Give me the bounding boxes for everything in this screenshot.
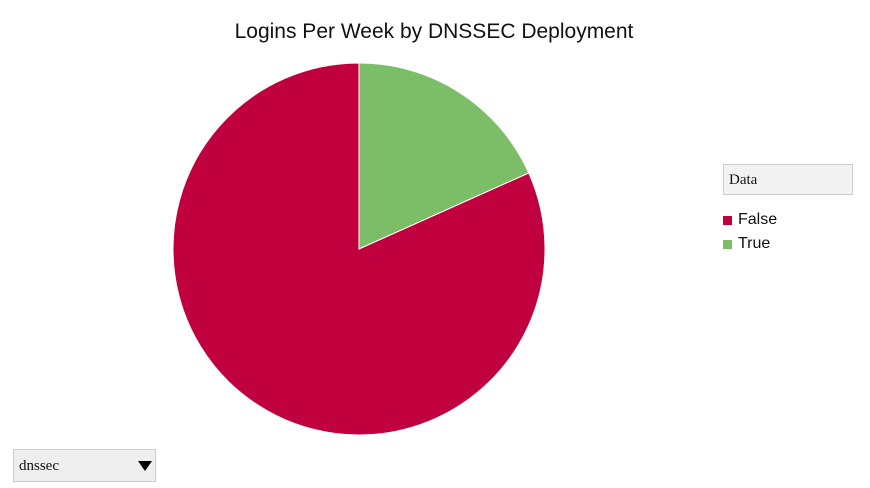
legend-items: False True bbox=[723, 208, 853, 256]
legend-item-true[interactable]: True bbox=[723, 232, 853, 256]
legend-data-selector[interactable]: Data bbox=[723, 164, 853, 195]
legend-swatch-true bbox=[723, 239, 732, 249]
dimension-dropdown[interactable]: dnssec bbox=[13, 449, 156, 482]
caret-down-icon[interactable] bbox=[138, 461, 152, 471]
legend: Data False True bbox=[723, 164, 853, 256]
legend-item-false[interactable]: False bbox=[723, 208, 853, 232]
chart-page: Logins Per Week by DNSSEC Deployment Dat… bbox=[0, 0, 870, 488]
dropdown-selected-value: dnssec bbox=[19, 458, 59, 474]
legend-label-true: True bbox=[738, 235, 771, 252]
legend-label-false: False bbox=[738, 211, 778, 228]
legend-swatch-false bbox=[723, 215, 732, 225]
